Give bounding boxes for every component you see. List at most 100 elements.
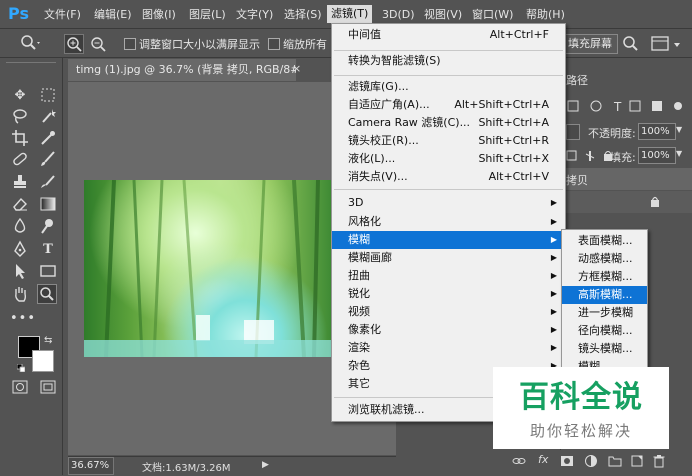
blur-submenu-surface[interactable]: 表面模糊... xyxy=(562,232,647,250)
filter-menu-convert-smart[interactable]: 转换为智能滤镜(S) xyxy=(332,52,565,70)
resize-window-checkbox[interactable] xyxy=(124,38,136,50)
screen-mode-icon[interactable] xyxy=(40,380,56,394)
chevron-right-icon: ▶ xyxy=(550,198,557,207)
gradient-tool-icon[interactable] xyxy=(38,195,58,215)
filter-menu-render[interactable]: 渲染 ▶ xyxy=(332,339,565,357)
eyedropper-tool-icon[interactable] xyxy=(38,129,58,149)
menu-separator xyxy=(334,189,563,190)
brush-tool-icon[interactable] xyxy=(38,150,58,170)
history-brush-tool-icon[interactable] xyxy=(38,173,58,193)
path-selection-tool-icon[interactable] xyxy=(10,262,30,282)
zoom-tool-icon[interactable] xyxy=(37,284,57,304)
filter-menu-pixelate[interactable]: 像素化 ▶ xyxy=(332,321,565,339)
blur-submenu-gaussian[interactable]: 高斯模糊... xyxy=(562,286,647,304)
zoom-out-icon[interactable] xyxy=(88,34,108,54)
menu-help[interactable]: 帮助(H) xyxy=(524,7,567,23)
move-tool-icon[interactable]: ✥ xyxy=(10,86,30,106)
zoom-tool-preset-icon[interactable] xyxy=(20,34,40,52)
resize-window-label: 调整窗口大小以满屏显示 xyxy=(139,38,260,51)
menu-view[interactable]: 视图(V) xyxy=(422,7,464,23)
close-tab-icon[interactable]: × xyxy=(292,62,301,75)
blur-submenu-blur-more[interactable]: 进一步模糊 xyxy=(562,304,647,322)
status-arrow-icon[interactable]: ▶ xyxy=(262,460,269,470)
paths-tab[interactable]: 路径 xyxy=(566,72,588,88)
default-colors-icon[interactable] xyxy=(16,362,26,373)
type-tool-icon[interactable]: T xyxy=(38,240,58,260)
eraser-tool-icon[interactable] xyxy=(10,195,30,215)
link-layers-icon[interactable] xyxy=(512,454,526,468)
menu-3d[interactable]: 3D(D) xyxy=(380,7,417,23)
blur-tool-icon[interactable] xyxy=(10,217,30,237)
menu-type[interactable]: 文字(Y) xyxy=(234,7,275,23)
blur-submenu-radial[interactable]: 径向模糊... xyxy=(562,322,647,340)
chevron-right-icon: ▶ xyxy=(550,217,557,226)
rectangle-tool-icon[interactable] xyxy=(38,262,58,282)
zoom-level-field[interactable]: 36.67% xyxy=(68,457,114,475)
fill-field[interactable]: 100% xyxy=(638,147,676,164)
filter-menu-blur-gallery[interactable]: 模糊画廊 ▶ xyxy=(332,249,565,267)
menu-filter[interactable]: 滤镜(T) xyxy=(327,5,373,23)
add-mask-icon[interactable] xyxy=(560,454,574,468)
menu-layer[interactable]: 图层(L) xyxy=(187,7,228,23)
filter-menu-blur[interactable]: 模糊 ▶ xyxy=(332,231,565,249)
menu-select[interactable]: 选择(S) xyxy=(282,7,324,23)
filter-menu-last-filter[interactable]: 中间值 Alt+Ctrl+F xyxy=(332,26,565,44)
healing-brush-tool-icon[interactable] xyxy=(10,150,30,170)
fill-dropdown-icon[interactable]: ▼ xyxy=(676,149,682,158)
new-group-icon[interactable] xyxy=(608,454,622,468)
trash-icon[interactable] xyxy=(652,454,666,468)
menu-edit[interactable]: 编辑(E) xyxy=(92,7,134,23)
filter-menu-distort[interactable]: 扭曲 ▶ xyxy=(332,267,565,285)
filter-menu-vanishing-point[interactable]: 消失点(V)... Alt+Ctrl+V xyxy=(332,168,565,186)
filter-menu-liquify[interactable]: 液化(L)... Shift+Ctrl+X xyxy=(332,150,565,168)
dodge-tool-icon[interactable] xyxy=(38,217,58,237)
zoom-all-checkbox[interactable] xyxy=(268,38,280,50)
filter-menu-lens-correction[interactable]: 镜头校正(R)... Shift+Ctrl+R xyxy=(332,132,565,150)
lasso-tool-icon[interactable] xyxy=(10,107,30,127)
quick-mask-icon[interactable] xyxy=(12,380,28,394)
magic-wand-tool-icon[interactable] xyxy=(38,107,58,127)
filter-menu-stylize[interactable]: 风格化 ▶ xyxy=(332,213,565,231)
menu-image[interactable]: 图像(I) xyxy=(140,7,178,23)
crop-tool-icon[interactable] xyxy=(10,129,30,149)
blend-mode-dropdown[interactable] xyxy=(566,124,580,140)
layer-filter-icons[interactable]: T xyxy=(566,98,686,114)
document-tab[interactable]: timg (1).jpg @ 36.7% (背景 拷贝, RGB/8#) * xyxy=(68,59,296,81)
marquee-tool-icon[interactable] xyxy=(38,86,58,106)
menu-window[interactable]: 窗口(W) xyxy=(470,7,515,23)
filter-menu-filter-gallery[interactable]: 滤镜库(G)... xyxy=(332,78,565,96)
opacity-field[interactable]: 100% xyxy=(638,123,676,140)
opacity-dropdown-icon[interactable]: ▼ xyxy=(676,125,682,134)
filter-menu-sharpen[interactable]: 锐化 ▶ xyxy=(332,285,565,303)
blur-submenu-lens[interactable]: 镜头模糊... xyxy=(562,340,647,358)
pen-tool-icon[interactable] xyxy=(10,240,30,260)
menu-separator xyxy=(334,50,563,51)
layer-row-background[interactable] xyxy=(560,191,692,213)
fill-screen-button[interactable]: 填充屏幕 xyxy=(562,34,618,54)
zoom-in-icon[interactable] xyxy=(64,34,84,54)
toolbar-grip[interactable] xyxy=(6,62,56,67)
clone-stamp-tool-icon[interactable] xyxy=(10,173,30,193)
filter-menu-adaptive-wide-angle[interactable]: 自适应广角(A)... Alt+Shift+Ctrl+A xyxy=(332,96,565,114)
menu-file[interactable]: 文件(F) xyxy=(42,7,83,23)
hand-tool-icon[interactable] xyxy=(10,285,30,305)
filter-menu-3d[interactable]: 3D ▶ xyxy=(332,194,565,212)
chevron-right-icon: ▶ xyxy=(550,343,557,352)
blur-submenu-motion[interactable]: 动感模糊... xyxy=(562,250,647,268)
blur-submenu-box[interactable]: 方框模糊... xyxy=(562,268,647,286)
swap-colors-icon[interactable]: ⇆ xyxy=(44,335,52,346)
fx-icon[interactable]: fx xyxy=(538,453,548,466)
adjustment-layer-icon[interactable] xyxy=(584,454,598,468)
chevron-right-icon: ▶ xyxy=(550,253,557,262)
filter-menu-video[interactable]: 视频 ▶ xyxy=(332,303,565,321)
new-layer-icon[interactable] xyxy=(630,454,644,468)
workspace-switcher-icon[interactable] xyxy=(650,34,686,54)
edit-toolbar-icon[interactable]: ••• xyxy=(10,309,35,329)
background-color-swatch[interactable] xyxy=(32,350,54,372)
document-size-info[interactable]: 文档:1.63M/3.26M xyxy=(142,459,231,474)
svg-text:T: T xyxy=(613,100,622,114)
filter-menu-camera-raw[interactable]: Camera Raw 滤镜(C)... Shift+Ctrl+A xyxy=(332,114,565,132)
bamboo-waterfall-photo[interactable] xyxy=(84,180,332,357)
filter-menu: 中间值 Alt+Ctrl+F 转换为智能滤镜(S) 滤镜库(G)... 自适应广角… xyxy=(331,23,566,422)
search-icon[interactable] xyxy=(622,35,640,53)
